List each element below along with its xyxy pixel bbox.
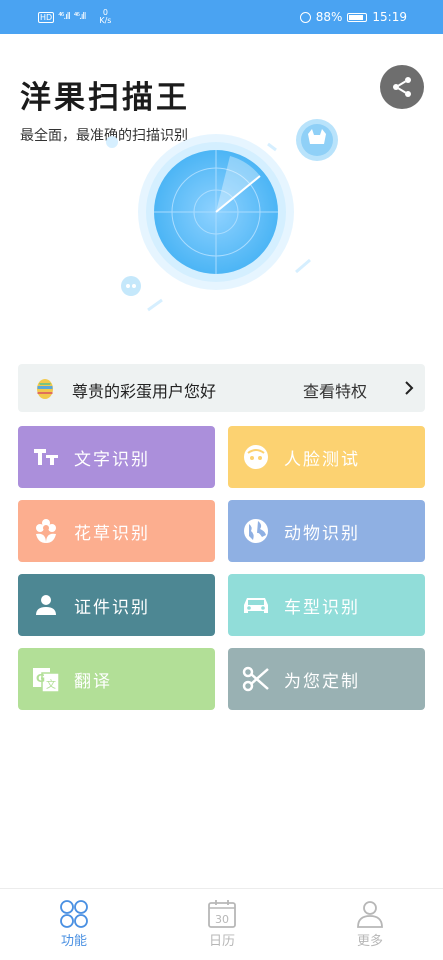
car-icon [242,591,270,619]
tile-label: 人脸测试 [284,450,360,470]
status-left: HD ⁴⁶.ıll ⁴⁶.ıll 0 K/s [38,9,111,25]
nav-label-calendar: 日历 [208,934,235,949]
tile-id-recognition[interactable]: 证件识别 [18,574,215,636]
tile-label: 车型识别 [284,598,360,618]
nav-label-more: 更多 [356,934,383,949]
signal-icon-2: ⁴⁶.ıll [73,12,87,22]
tile-label: 花草识别 [74,524,150,544]
tile-custom[interactable]: 为您定制 [228,648,425,710]
grid-circles-icon [60,900,88,928]
network-speed-unit: K/s [99,16,112,25]
nav-calendar[interactable]: 30 日历 [182,889,262,960]
tile-plant-recognition[interactable]: 花草识别 [18,500,215,562]
vip-banner[interactable]: 尊贵的彩蛋用户您好 查看特权 [18,364,425,412]
scissors-icon [242,665,270,693]
hd-badge: HD [38,11,55,23]
tile-label: 翻译 [74,672,112,692]
translate-icon: G文 [32,665,60,693]
status-right: 88% 15:19 [299,10,407,24]
signal-icon: ⁴⁶.ıll [58,12,71,22]
tile-translate[interactable]: G文 翻译 [18,648,215,710]
flower-icon [32,517,60,545]
nav-functions[interactable]: 功能 [34,889,114,960]
status-bar: HD ⁴⁶.ıll ⁴⁶.ıll 0 K/s 88% 15:19 [0,0,443,34]
svg-text:G: G [36,672,45,685]
share-icon [393,77,411,97]
chevron-right-icon [405,381,414,395]
calendar-icon: 30 [208,900,236,928]
view-privileges-link[interactable]: 查看特权 [303,378,367,402]
svg-text:文: 文 [46,678,56,691]
tile-face-test[interactable]: 人脸测试 [228,426,425,488]
clock: 15:19 [372,10,407,24]
tile-animal-recognition[interactable]: 动物识别 [228,500,425,562]
vip-greeting: 尊贵的彩蛋用户您好 [72,382,217,401]
calendar-day: 30 [215,913,229,926]
tile-text-recognition[interactable]: 文字识别 [18,426,215,488]
battery-icon [347,12,368,22]
nav-more[interactable]: 更多 [330,889,410,960]
share-button[interactable] [380,65,424,109]
alarm-icon [299,11,311,23]
radar-illustration [106,119,338,312]
battery-percent: 88% [315,10,343,24]
globe-icon [242,517,270,545]
tile-label: 证件识别 [74,598,150,618]
face-icon [242,443,270,471]
tile-label: 文字识别 [74,450,150,470]
tile-label: 动物识别 [284,524,360,544]
text-tt-icon [32,443,60,471]
network-speed: 0 K/s [99,9,111,25]
person-outline-icon [357,901,383,928]
nav-label-functions: 功能 [60,934,87,949]
tile-label: 为您定制 [284,672,360,692]
person-icon [32,591,60,619]
tile-car-recognition[interactable]: 车型识别 [228,574,425,636]
easter-egg-icon [37,379,53,399]
bottom-nav: 功能 30 日历 更多 [0,888,443,960]
